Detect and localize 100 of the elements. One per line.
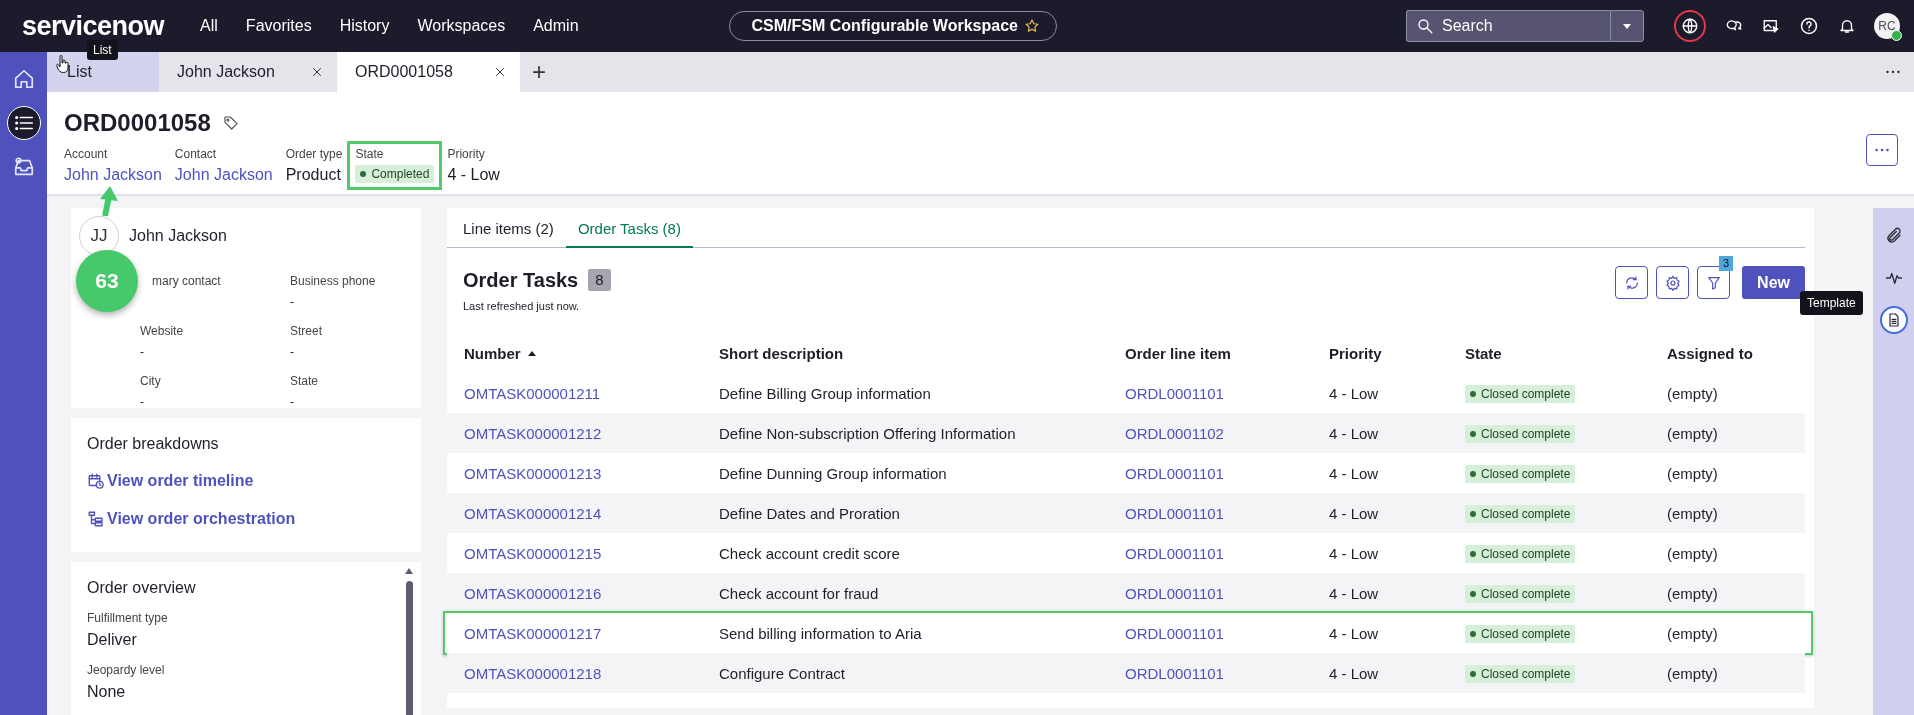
table-cell-text: 4 - Low <box>1329 584 1380 602</box>
line-item-link[interactable]: ORDL0001101 <box>1125 624 1329 642</box>
line-item-link[interactable]: ORDL0001101 <box>1125 664 1329 682</box>
related-tab[interactable]: Line items (2) <box>463 220 566 248</box>
breakdown-link[interactable]: View order timeline <box>87 472 254 490</box>
hand-cursor-icon <box>56 55 70 73</box>
inbox-icon <box>12 156 35 178</box>
status-pill: Closed complete <box>1465 465 1576 483</box>
table-cell-text: 4 - Low <box>1329 544 1380 562</box>
table-cell-text: Send billing information to Aria <box>719 624 923 642</box>
filter-button[interactable] <box>1697 266 1731 299</box>
filter-count-badge: 3 <box>1718 256 1734 271</box>
column-header[interactable]: Priority <box>1329 344 1465 362</box>
breakdown-link[interactable]: View order orchestration <box>87 510 296 528</box>
refresh-button[interactable] <box>1615 266 1649 299</box>
table-cell-text: 4 - Low <box>1329 664 1380 682</box>
status-pill: Closed complete <box>1465 505 1576 523</box>
field-link[interactable]: John Jackson <box>64 165 162 185</box>
column-header[interactable]: Order line item <box>1125 344 1329 362</box>
workspace-button[interactable]: CSM/FSM Configurable Workspace <box>728 11 1057 41</box>
field-label: Street <box>290 324 323 338</box>
column-header[interactable]: Assigned to <box>1667 344 1805 362</box>
field-value: None <box>87 682 127 702</box>
status-pill: Closed complete <box>1465 385 1576 403</box>
filter-icon <box>1705 274 1722 291</box>
table-cell-text: 4 - Low <box>1329 624 1380 642</box>
task-number-link[interactable]: OMTASK000001211 <box>464 384 719 402</box>
close-icon <box>494 66 506 78</box>
table-cell-text: 4 - Low <box>1329 504 1380 522</box>
more-icon <box>1886 70 1900 74</box>
list-title: Order Tasks <box>463 268 579 293</box>
line-item-link[interactable]: ORDL0001101 <box>1125 544 1329 562</box>
task-number-link[interactable]: OMTASK000001213 <box>464 464 719 482</box>
line-item-link[interactable]: ORDL0001101 <box>1125 464 1329 482</box>
online-status-icon <box>1891 30 1902 41</box>
globe-button[interactable] <box>1674 10 1706 42</box>
nav-link[interactable]: All <box>200 17 218 35</box>
field-label: City <box>140 374 162 388</box>
task-number-link[interactable]: OMTASK000001214 <box>464 504 719 522</box>
field-label: Order type <box>285 147 343 162</box>
field-value: 4 - Low <box>447 165 500 185</box>
new-button[interactable]: New <box>1742 266 1805 299</box>
status-pill: Closed complete <box>1465 665 1576 683</box>
image-button[interactable] <box>1762 17 1780 35</box>
tooltip: Template <box>1800 291 1863 315</box>
search-icon <box>1416 17 1434 35</box>
field-label: Website <box>140 324 185 338</box>
task-number-link[interactable]: OMTASK000001216 <box>464 584 719 602</box>
field-label: Jeopardy level <box>87 663 166 677</box>
notifications-button[interactable] <box>1838 17 1856 35</box>
workspace-tab[interactable]: ORD0001058 <box>337 52 520 92</box>
field-link[interactable]: John Jackson <box>174 165 273 185</box>
column-header[interactable]: State <box>1465 344 1667 362</box>
table-cell-text: Configure Contract <box>719 664 846 682</box>
bell-icon <box>1838 17 1856 35</box>
nav-link[interactable]: Favorites <box>245 17 312 35</box>
line-item-link[interactable]: ORDL0001101 <box>1125 384 1329 402</box>
related-tab[interactable]: Order Tasks (8) <box>565 220 693 248</box>
field-label: Priority <box>447 147 486 162</box>
task-number-link[interactable]: OMTASK000001218 <box>464 664 719 682</box>
table-cell-text: Check account for fraud <box>719 584 880 602</box>
status-pill: Completed <box>355 165 435 183</box>
line-item-link[interactable]: ORDL0001101 <box>1125 584 1329 602</box>
refresh-icon <box>1623 274 1640 291</box>
nav-link[interactable]: History <box>339 17 390 35</box>
card-title: Order breakdowns <box>87 434 219 454</box>
nav-link[interactable]: Workspaces <box>417 17 506 35</box>
side-panel-button[interactable] <box>1879 306 1908 334</box>
column-header[interactable]: Short description <box>719 344 1125 362</box>
hierarchy-icon <box>87 510 105 528</box>
nav-link[interactable]: Admin <box>533 17 579 35</box>
table-cell-text: Define Billing Group information <box>719 384 932 402</box>
refresh-note: Last refreshed just now. <box>463 299 581 314</box>
search-field[interactable]: Search <box>1406 10 1610 42</box>
field-label: Account <box>64 147 109 162</box>
task-number-link[interactable]: OMTASK000001217 <box>464 624 719 642</box>
field-label: State <box>355 147 385 162</box>
add-tab-button[interactable]: + <box>520 52 558 92</box>
settings-button[interactable] <box>1656 266 1690 299</box>
field-label: Business phone <box>290 274 377 288</box>
tag-icon <box>222 115 239 131</box>
card-title: Order overview <box>87 579 196 596</box>
logo[interactable]: servicenow <box>22 12 165 40</box>
table-cell-text: (empty) <box>1667 464 1719 482</box>
more-icon <box>1875 148 1889 152</box>
count-badge: 8 <box>588 269 611 291</box>
field-value: - <box>140 395 145 409</box>
table-cell-text: 4 - Low <box>1329 384 1380 402</box>
line-item-link[interactable]: ORDL0001102 <box>1125 424 1329 442</box>
task-number-link[interactable]: OMTASK000001212 <box>464 424 719 442</box>
line-item-link[interactable]: ORDL0001101 <box>1125 504 1329 522</box>
user-avatar[interactable]: RC <box>1874 13 1900 39</box>
task-number-link[interactable]: OMTASK000001215 <box>464 544 719 562</box>
workspace-tab[interactable]: John Jackson <box>159 52 337 92</box>
more-actions-button[interactable] <box>1866 134 1898 166</box>
help-button[interactable] <box>1799 16 1819 36</box>
nav-rail-button[interactable] <box>6 106 41 140</box>
column-header[interactable]: Number <box>464 344 719 362</box>
status-pill: Closed complete <box>1465 585 1576 603</box>
table-cell-text: Define Dunning Group information <box>719 464 948 482</box>
